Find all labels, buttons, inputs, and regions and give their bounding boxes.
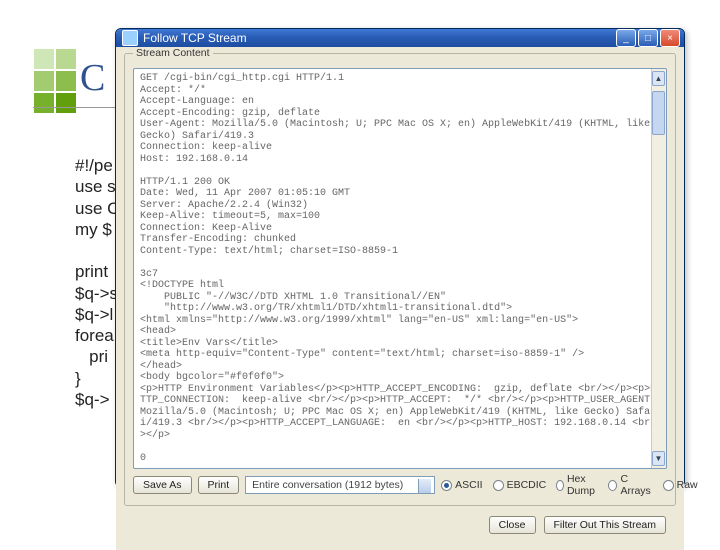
follow-tcp-stream-window: Follow TCP Stream _ □ × Stream Content G… xyxy=(115,28,685,486)
scroll-down-button[interactable]: ▼ xyxy=(652,451,665,466)
bottom-button-row: Close Filter Out This Stream xyxy=(124,510,676,542)
slide-decoration-squares xyxy=(33,48,77,114)
radio-raw[interactable]: Raw xyxy=(663,479,698,491)
window-title: Follow TCP Stream xyxy=(143,31,616,45)
radio-hexdump[interactable]: Hex Dump xyxy=(556,473,598,497)
radio-dot-icon xyxy=(556,480,564,491)
scrollbar[interactable]: ▲ ▼ xyxy=(651,69,666,468)
radio-ascii-label: ASCII xyxy=(455,479,482,491)
filter-out-stream-button[interactable]: Filter Out This Stream xyxy=(544,516,667,534)
panel: Stream Content GET /cgi-bin/cgi_http.cgi… xyxy=(116,47,684,550)
titlebar[interactable]: Follow TCP Stream _ □ × xyxy=(116,29,684,47)
maximize-button[interactable]: □ xyxy=(638,29,658,47)
stream-content-group: Stream Content GET /cgi-bin/cgi_http.cgi… xyxy=(124,53,676,506)
radio-ascii[interactable]: ASCII xyxy=(441,479,482,491)
stream-text[interactable]: GET /cgi-bin/cgi_http.cgi HTTP/1.1 Accep… xyxy=(134,69,666,468)
format-radio-group: ASCII EBCDIC Hex Dump C Arrays Raw xyxy=(441,473,698,497)
close-dialog-button[interactable]: Close xyxy=(489,516,536,534)
app-icon xyxy=(122,30,138,46)
slide-title-fragment: C xyxy=(80,56,105,100)
save-as-button[interactable]: Save As xyxy=(133,476,192,494)
radio-dot-icon xyxy=(441,480,452,491)
conversation-dropdown[interactable]: Entire conversation (1912 bytes) xyxy=(245,476,435,494)
scroll-up-button[interactable]: ▲ xyxy=(652,71,665,86)
controls-row: Save As Print Entire conversation (1912 … xyxy=(133,469,667,497)
radio-carrays[interactable]: C Arrays xyxy=(608,473,652,497)
radio-hexdump-label: Hex Dump xyxy=(567,473,598,497)
radio-dot-icon xyxy=(493,480,504,491)
radio-raw-label: Raw xyxy=(677,479,698,491)
radio-dot-icon xyxy=(608,480,617,491)
radio-ebcdic-label: EBCDIC xyxy=(507,479,547,491)
radio-carrays-label: C Arrays xyxy=(620,473,652,497)
stream-content-box: GET /cgi-bin/cgi_http.cgi HTTP/1.1 Accep… xyxy=(133,68,667,469)
close-button[interactable]: × xyxy=(660,29,680,47)
radio-ebcdic[interactable]: EBCDIC xyxy=(493,479,547,491)
radio-dot-icon xyxy=(663,480,674,491)
scroll-thumb[interactable] xyxy=(652,91,665,135)
background-code-fragment: #!/pe use s use C my $ print $q->s $q->l… xyxy=(75,155,119,410)
minimize-button[interactable]: _ xyxy=(616,29,636,47)
print-button[interactable]: Print xyxy=(198,476,240,494)
group-label: Stream Content xyxy=(133,47,213,59)
window-buttons: _ □ × xyxy=(616,29,680,47)
